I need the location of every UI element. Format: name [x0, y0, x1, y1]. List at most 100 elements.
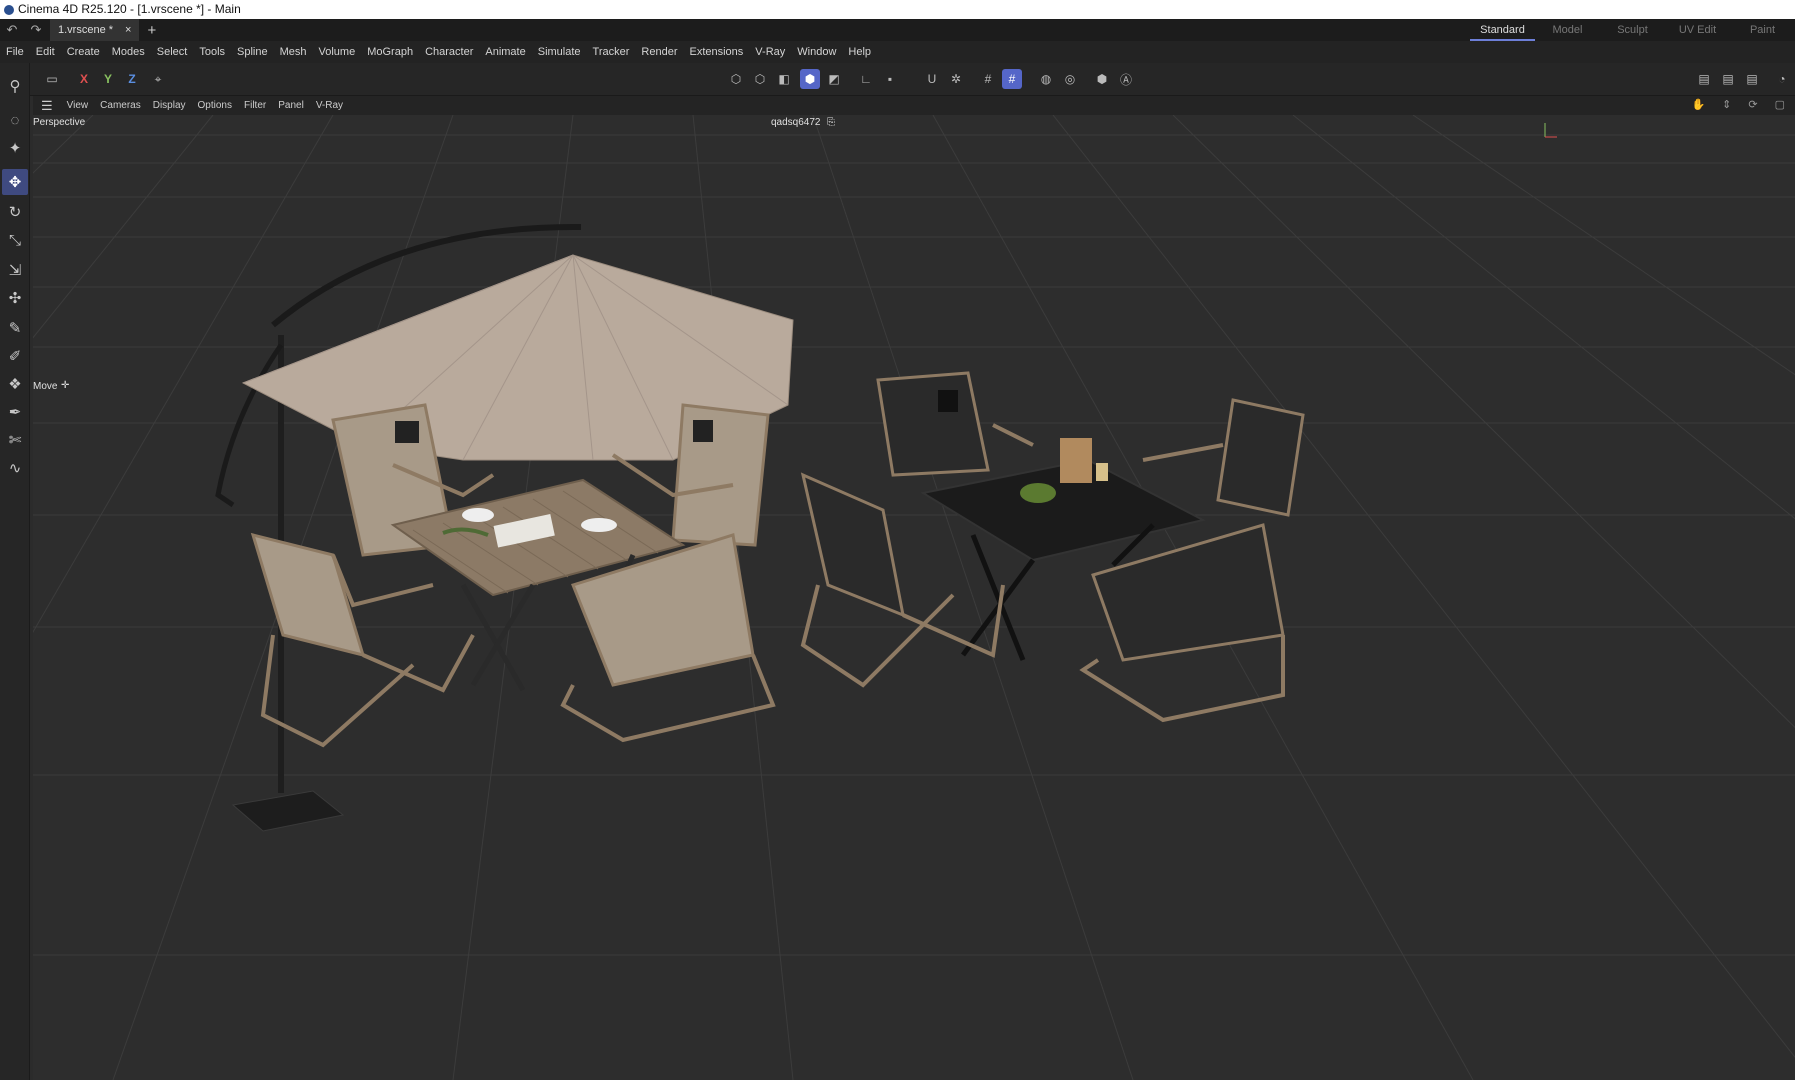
object-lock-icon[interactable]: ⎘	[827, 117, 835, 128]
camera-label[interactable]: Perspective	[33, 117, 85, 128]
layout-uv-edit[interactable]: UV Edit	[1665, 19, 1730, 41]
beige-chair-back-right	[671, 403, 770, 547]
dolly-icon[interactable]: ⇕	[1716, 98, 1737, 111]
menu-select[interactable]: Select	[151, 46, 194, 58]
menu-mesh[interactable]: Mesh	[274, 46, 313, 58]
y-axis-lock-button[interactable]: Y	[98, 69, 118, 89]
orbit-icon[interactable]: ⟳	[1742, 98, 1763, 111]
uv-mode-icon[interactable]: ◩	[824, 69, 844, 89]
viewport-nav-icons: ✋ ⇕ ⟳ ▢	[1685, 98, 1791, 111]
edges-mode-icon[interactable]: ⬡	[750, 69, 770, 89]
layout-model[interactable]: Model	[1535, 19, 1600, 41]
scale-tool-icon[interactable]: ⤡	[2, 227, 28, 253]
transform-tool-icon[interactable]: ⇲	[2, 257, 28, 283]
menu-simulate[interactable]: Simulate	[532, 46, 587, 58]
render-queue-icon[interactable]: ◔	[1772, 69, 1792, 89]
document-tab[interactable]: 1.vrscene * ×	[50, 19, 140, 41]
beige-chair-label-2	[693, 420, 713, 442]
spline-smooth-icon[interactable]: ∿	[2, 455, 28, 481]
menu-help[interactable]: Help	[842, 46, 877, 58]
document-tab-row: ↶ ↷ 1.vrscene * × + Standard Model Sculp…	[0, 19, 1795, 41]
menu-character[interactable]: Character	[419, 46, 479, 58]
vray-icon[interactable]: ⬢	[1092, 69, 1112, 89]
search-icon[interactable]: ⚲	[2, 73, 28, 99]
drink-cup	[1096, 463, 1108, 481]
window-title: Cinema 4D R25.120 - [1.vrscene *] - Main	[18, 2, 241, 16]
viewport-menu-display[interactable]: Display	[147, 100, 192, 111]
viewport-menu-panel[interactable]: Panel	[272, 100, 310, 111]
placement-tool-icon[interactable]: ✣	[2, 285, 28, 311]
object-mode-icon[interactable]: ⬢	[800, 69, 820, 89]
menu-tracker[interactable]: Tracker	[587, 46, 636, 58]
points-mode-icon[interactable]: ⬡	[726, 69, 746, 89]
render-region-icon[interactable]: ▤	[1694, 69, 1714, 89]
snap-settings-icon[interactable]: ✲	[946, 69, 966, 89]
polygons-mode-icon[interactable]: ◧	[774, 69, 794, 89]
layout-standard[interactable]: Standard	[1470, 19, 1535, 41]
selection-tool-icon[interactable]: ◌	[2, 107, 28, 133]
layout-paint[interactable]: Paint	[1730, 19, 1795, 41]
menu-window[interactable]: Window	[791, 46, 842, 58]
coffee-cup-left	[462, 508, 494, 522]
grid-snap-icon[interactable]: #	[978, 69, 998, 89]
texture-mode-icon[interactable]: ▪	[880, 69, 900, 89]
live-selection-icon[interactable]: ✦	[2, 135, 28, 161]
rotate-tool-icon[interactable]: ↻	[2, 199, 28, 225]
menu-volume[interactable]: Volume	[313, 46, 362, 58]
add-tab-button[interactable]: +	[147, 22, 156, 39]
viewport-menu-vray[interactable]: V-Ray	[310, 100, 349, 111]
menu-modes[interactable]: Modes	[106, 46, 151, 58]
menu-extensions[interactable]: Extensions	[683, 46, 749, 58]
undo-icon[interactable]: ↶	[0, 22, 24, 38]
vray-asset-icon[interactable]: Ⓐ	[1116, 69, 1136, 89]
move-tool-icon[interactable]: ✥	[2, 169, 28, 195]
menu-vray[interactable]: V-Ray	[749, 46, 791, 58]
main-menu-bar: File Edit Create Modes Select Tools Spli…	[0, 41, 1795, 63]
viewport-menu-options[interactable]: Options	[192, 100, 238, 111]
maximize-view-icon[interactable]: ▢	[1769, 98, 1791, 111]
umbrella-base	[231, 790, 345, 832]
pan-hand-icon[interactable]: ✋	[1685, 98, 1711, 111]
paint-brush-icon[interactable]: ✒	[2, 399, 28, 425]
primitives-icon[interactable]: ❖	[2, 371, 28, 397]
layout-switcher: Standard Model Sculpt UV Edit Paint	[1470, 19, 1795, 41]
spline-pen-icon[interactable]: ✎	[2, 315, 28, 341]
axis-mode-icon[interactable]: ∟	[856, 69, 876, 89]
move-crosshair-icon: ✛	[61, 380, 70, 391]
menu-tools[interactable]: Tools	[193, 46, 231, 58]
knife-tool-icon[interactable]: ✄	[2, 427, 28, 453]
black-furniture-set[interactable]	[800, 371, 1305, 723]
menu-animate[interactable]: Animate	[479, 46, 531, 58]
z-axis-lock-button[interactable]: Z	[122, 69, 142, 89]
spline-sketch-icon[interactable]: ✐	[2, 343, 28, 369]
coordinate-system-icon[interactable]: ⌖	[148, 69, 168, 89]
viewport-menu-filter[interactable]: Filter	[238, 100, 272, 111]
model-mode-icon[interactable]: ▭	[42, 69, 62, 89]
menu-create[interactable]: Create	[61, 46, 106, 58]
perspective-viewport[interactable]: Perspective qadsq6472 ⎘ Move ✛ Y	[33, 115, 1795, 1080]
render-to-picture-viewer-icon[interactable]: ▤	[1742, 69, 1762, 89]
render-view-icon[interactable]: ◍	[1036, 69, 1056, 89]
black-chair-front-right	[1091, 523, 1285, 662]
menu-edit[interactable]: Edit	[30, 46, 61, 58]
workplane-grid-icon[interactable]: #	[1002, 69, 1022, 89]
menu-render[interactable]: Render	[635, 46, 683, 58]
x-axis-lock-button[interactable]: X	[74, 69, 94, 89]
redo-icon[interactable]: ↷	[24, 22, 48, 38]
snap-magnet-icon[interactable]: U	[922, 69, 942, 89]
close-tab-icon[interactable]: ×	[125, 19, 131, 41]
render-active-view-icon[interactable]: ▤	[1718, 69, 1738, 89]
menu-spline[interactable]: Spline	[231, 46, 274, 58]
menu-file[interactable]: File	[0, 46, 30, 58]
viewport-scene	[33, 115, 1795, 1080]
black-chair-front-left	[800, 472, 905, 618]
menu-mograph[interactable]: MoGraph	[361, 46, 419, 58]
main-toolbar: ▭ X Y Z ⌖ ⬡ ⬡ ◧ ⬢ ◩ ∟ ▪ U ✲ # # ◍ ◎ ⬢ Ⓐ …	[0, 63, 1795, 96]
left-toolbar: ⚲ ◌ ✦ ✥ ↻ ⤡ ⇲ ✣ ✎ ✐ ❖ ✒ ✄ ∿	[0, 63, 30, 1080]
title-bar: Cinema 4D R25.120 - [1.vrscene *] - Main	[0, 0, 1795, 19]
layout-sculpt[interactable]: Sculpt	[1600, 19, 1665, 41]
viewport-menu-view[interactable]: View	[61, 100, 95, 111]
render-settings-icon[interactable]: ◎	[1060, 69, 1080, 89]
viewport-hamburger-icon[interactable]: ☰	[33, 98, 61, 114]
viewport-menu-cameras[interactable]: Cameras	[94, 100, 147, 111]
